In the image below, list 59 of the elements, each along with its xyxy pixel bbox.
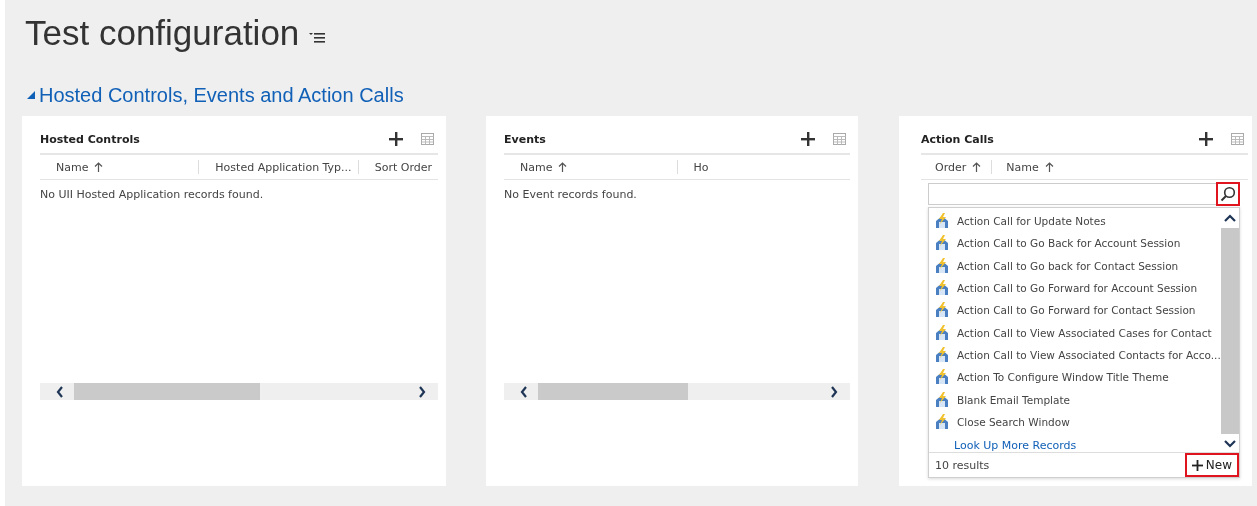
vertical-scrollbar[interactable] bbox=[1221, 208, 1239, 452]
horizontal-scrollbar[interactable] bbox=[40, 383, 438, 400]
panel-title: Events bbox=[504, 132, 547, 146]
add-icon[interactable] bbox=[1199, 132, 1213, 146]
lookup-item[interactable]: Blank Email Template bbox=[929, 388, 1221, 411]
column-header[interactable]: Name bbox=[504, 160, 677, 174]
scroll-up-icon[interactable] bbox=[1224, 214, 1236, 222]
panel-title: Hosted Controls bbox=[40, 132, 141, 146]
record-icon bbox=[934, 324, 950, 341]
lookup-item[interactable]: Action Call to Go back for Contact Session bbox=[929, 254, 1221, 277]
empty-message: No UII Hosted Application records found. bbox=[40, 187, 265, 201]
add-icon[interactable] bbox=[801, 132, 815, 146]
collapse-icon[interactable] bbox=[27, 91, 35, 99]
scroll-right-icon[interactable] bbox=[418, 385, 426, 398]
lookup-item[interactable]: Action Call to View Associated Cases for Contact bbox=[929, 321, 1221, 344]
record-icon bbox=[934, 413, 950, 430]
record-icon bbox=[934, 235, 950, 252]
sort-arrow-icon bbox=[972, 162, 982, 172]
scroll-left-icon[interactable] bbox=[520, 385, 528, 398]
column-header[interactable]: Name bbox=[992, 160, 1064, 174]
empty-message: No Event records found. bbox=[504, 187, 638, 201]
sort-arrow-icon bbox=[1044, 162, 1054, 172]
lookup-item[interactable]: Action Call to Go Forward for Contact Session bbox=[929, 299, 1221, 322]
section-title[interactable]: Hosted Controls, Events and Action Calls bbox=[39, 83, 404, 107]
record-icon bbox=[934, 257, 950, 274]
lookup-item[interactable]: Close Search Window bbox=[929, 410, 1221, 433]
lookup-item[interactable]: Action Call to View Associated Contacts for Acco... bbox=[929, 343, 1221, 367]
record-icon bbox=[934, 369, 950, 386]
scroll-right-icon[interactable] bbox=[830, 385, 838, 398]
look-up-more-link[interactable]: Look Up More Records bbox=[929, 438, 1077, 452]
record-icon bbox=[934, 346, 950, 363]
search-button[interactable] bbox=[1216, 182, 1240, 206]
column-header[interactable]: Order bbox=[921, 160, 992, 174]
plus-icon bbox=[1191, 459, 1203, 471]
column-header[interactable]: Sort Order bbox=[358, 160, 438, 174]
sort-arrow-icon bbox=[94, 162, 104, 172]
search-icon bbox=[1220, 186, 1236, 202]
lookup-item[interactable]: Action Call to Go Forward for Account Session bbox=[929, 276, 1221, 300]
lookup-item[interactable]: Action To Configure Window Title Theme bbox=[929, 366, 1221, 389]
record-icon bbox=[934, 213, 950, 230]
new-button[interactable]: New bbox=[1184, 453, 1239, 477]
scroll-left-icon[interactable] bbox=[56, 385, 64, 398]
lookup-item[interactable]: Action Call to Go Back for Account Session bbox=[929, 232, 1221, 255]
scroll-down-icon[interactable] bbox=[1224, 440, 1236, 448]
column-header[interactable]: Hosted Application Typ... bbox=[199, 160, 358, 174]
lookup-item[interactable]: Action Call for Update Notes bbox=[929, 210, 1221, 233]
horizontal-scrollbar[interactable] bbox=[504, 383, 850, 400]
add-icon[interactable] bbox=[389, 132, 403, 146]
menu-icon[interactable] bbox=[309, 31, 326, 43]
results-count: 10 results bbox=[935, 458, 990, 472]
sort-arrow-icon bbox=[558, 162, 568, 172]
search-field[interactable] bbox=[928, 183, 1216, 205]
record-icon bbox=[934, 302, 950, 319]
column-header[interactable]: Name bbox=[40, 160, 199, 174]
panel-title: Action Calls bbox=[921, 132, 995, 146]
record-icon bbox=[934, 391, 950, 408]
page-title: Test configuration bbox=[25, 13, 300, 53]
record-icon bbox=[934, 280, 950, 297]
column-header[interactable]: Ho bbox=[677, 160, 850, 174]
